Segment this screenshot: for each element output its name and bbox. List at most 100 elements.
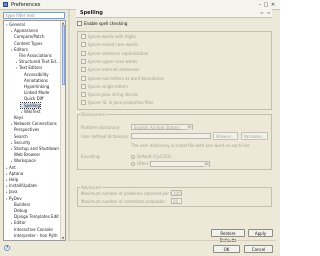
tree-item[interactable]: ▸Structured Text Ed… <box>16 59 60 65</box>
option-checkbox[interactable] <box>81 34 86 39</box>
option-checkbox[interactable] <box>81 92 86 98</box>
filter-input[interactable]: type filter text <box>3 12 65 19</box>
tree-scrollbar[interactable]: ▲ ▼ <box>60 21 65 240</box>
tree-item-label: Java <box>9 189 18 195</box>
variables-button[interactable]: Variables... <box>241 132 268 140</box>
option-checkbox[interactable] <box>81 50 86 56</box>
restore-defaults-button[interactable]: Restore Defaults <box>211 229 245 243</box>
tree-item-label: Startup and Shutdown <box>14 146 59 151</box>
option-label: Ignore '&' in Java properties files <box>88 100 154 106</box>
tree-item[interactable]: ▾General <box>6 22 25 28</box>
option-checkbox[interactable] <box>81 67 86 73</box>
tree-item-label: Perspectives <box>14 127 40 133</box>
tree-item[interactable]: ▸Appearance <box>11 28 38 34</box>
max-problems-input[interactable]: 100 <box>171 190 182 196</box>
maximize-button[interactable]: □ <box>263 2 269 8</box>
option-label: Ignore words with digits <box>88 34 136 39</box>
tree-item-label: File Associations <box>19 53 52 58</box>
tree-item-label: PyDev <box>9 195 22 201</box>
tree-item-label: General <box>9 22 25 27</box>
advanced-label: Advanced <box>80 185 102 190</box>
tree-item-label: Content Types <box>14 40 43 46</box>
preferences-tree: ▾General ▸Appearance Compare/Patch Content … <box>3 20 66 241</box>
tree-item[interactable]: Web Browser <box>11 152 40 158</box>
tree-item[interactable]: ▾Editors <box>11 47 28 53</box>
app-icon <box>3 2 8 7</box>
enable-spell-label: Enable spell checking <box>84 21 128 26</box>
encoding-other-radio[interactable] <box>131 162 135 166</box>
tree-item[interactable]: ▸Workspace <box>11 158 36 164</box>
apply-button[interactable]: Apply <box>248 229 273 237</box>
encoding-default-label: Default (Cp1252) <box>137 154 172 159</box>
tree-item-label: Compare/Patch <box>14 34 45 40</box>
tree-item[interactable]: ▸Java <box>6 189 17 195</box>
sash-divider[interactable] <box>68 10 70 242</box>
tree-item-label: Security <box>14 139 31 145</box>
tree-item[interactable]: Annotations <box>21 78 48 84</box>
tree-item[interactable]: Perspectives <box>11 127 39 133</box>
tree-item[interactable]: Django Templates Edit <box>11 214 59 220</box>
tree-scroll-thumb[interactable] <box>61 25 65 85</box>
forward-arrow-icon[interactable]: ⇨ <box>267 10 270 15</box>
tree-item[interactable]: ▸WikiText <box>21 109 41 115</box>
tree-item-label: Network Connections <box>14 121 57 127</box>
tree-item-label: Builders <box>14 201 31 207</box>
tree-item[interactable]: ▸Editor <box>11 220 26 226</box>
tree-item-label: Editor <box>14 220 26 226</box>
encoding-default-radio[interactable] <box>131 155 135 159</box>
tree-item[interactable]: Content Types <box>11 41 42 47</box>
tree-item-label: Interactive Console <box>14 226 53 232</box>
chevron-down-icon: ▼ <box>204 162 209 167</box>
tree-item-label: Workspace <box>14 158 36 164</box>
tree-item[interactable]: Interactive Console <box>11 227 53 233</box>
browse-button[interactable]: Browse... <box>213 132 238 140</box>
tree-item[interactable]: ▸Ant <box>6 165 16 171</box>
ok-button[interactable]: OK <box>213 245 240 253</box>
tree-item[interactable]: ▾PyDev <box>6 196 22 202</box>
tree-item[interactable]: Hyperlinking <box>21 84 49 90</box>
option-checkbox[interactable] <box>81 83 86 89</box>
max-proposals-input[interactable]: 20 <box>171 198 182 204</box>
option-label: Ignore non-letters at word boundaries <box>88 75 164 81</box>
tree-item[interactable]: Linked Mode <box>21 90 49 96</box>
tree-item[interactable]: ▸Install/Update <box>6 183 37 189</box>
tree-item[interactable]: Compare/Patch <box>11 34 44 40</box>
option-checkbox[interactable] <box>81 58 86 64</box>
tree-item[interactable]: ▸Help <box>6 177 18 183</box>
encoding-other-select[interactable]: ▼ <box>150 161 210 167</box>
tree-item-label: Interpreter - Iron Pyth <box>14 232 58 238</box>
platform-dictionary-value: English (United States) <box>134 125 180 130</box>
option-checkbox[interactable] <box>81 42 86 48</box>
tree-item[interactable]: Quick Diff <box>21 96 44 102</box>
option-checkbox[interactable] <box>81 75 86 81</box>
tree-item[interactable]: Keys <box>11 115 23 121</box>
footer-separator <box>70 240 276 241</box>
tree-item-label: Keys <box>14 115 24 120</box>
tree-item[interactable]: Accessibility <box>21 72 49 78</box>
user-dictionary-note: The user dictionary is a text file with … <box>131 143 250 148</box>
tree-item-label: Aptana <box>9 170 24 176</box>
tree-item[interactable]: ▾Text Editors <box>16 65 42 71</box>
tree-item[interactable]: ▸Network Connections <box>11 121 57 127</box>
tree-item[interactable]: ▸Security <box>11 140 30 146</box>
tree-item[interactable]: Builders <box>11 202 30 208</box>
enable-spell-checkbox[interactable] <box>77 21 82 26</box>
scroll-down-arrow-icon[interactable]: ▼ <box>61 236 65 240</box>
tree-item[interactable]: Spelling <box>20 101 41 110</box>
platform-dictionary-select[interactable]: English (United States) ▼ <box>131 124 193 130</box>
tree-item[interactable]: ▸Aptana <box>6 171 23 177</box>
tree-item-label: Text Editors <box>19 65 43 71</box>
option-checkbox[interactable] <box>81 100 86 106</box>
tree-item[interactable]: File Associations <box>16 53 52 59</box>
tree-item-label: WikiText <box>24 108 41 114</box>
user-dictionary-input[interactable] <box>131 133 211 139</box>
tree-item[interactable]: Search <box>11 134 28 140</box>
tree-item[interactable]: Debug <box>11 208 27 214</box>
option-label: Ignore single letters <box>88 83 129 89</box>
tree-item[interactable]: Interpreter - Iron Pyth <box>11 233 57 239</box>
help-icon[interactable]: ? <box>4 245 10 251</box>
close-button[interactable]: ✕ <box>270 2 276 8</box>
cancel-button[interactable]: Cancel <box>244 245 273 253</box>
tree-item[interactable]: ▸Startup and Shutdown <box>11 146 59 152</box>
back-arrow-icon[interactable]: ⇦ <box>260 10 263 15</box>
